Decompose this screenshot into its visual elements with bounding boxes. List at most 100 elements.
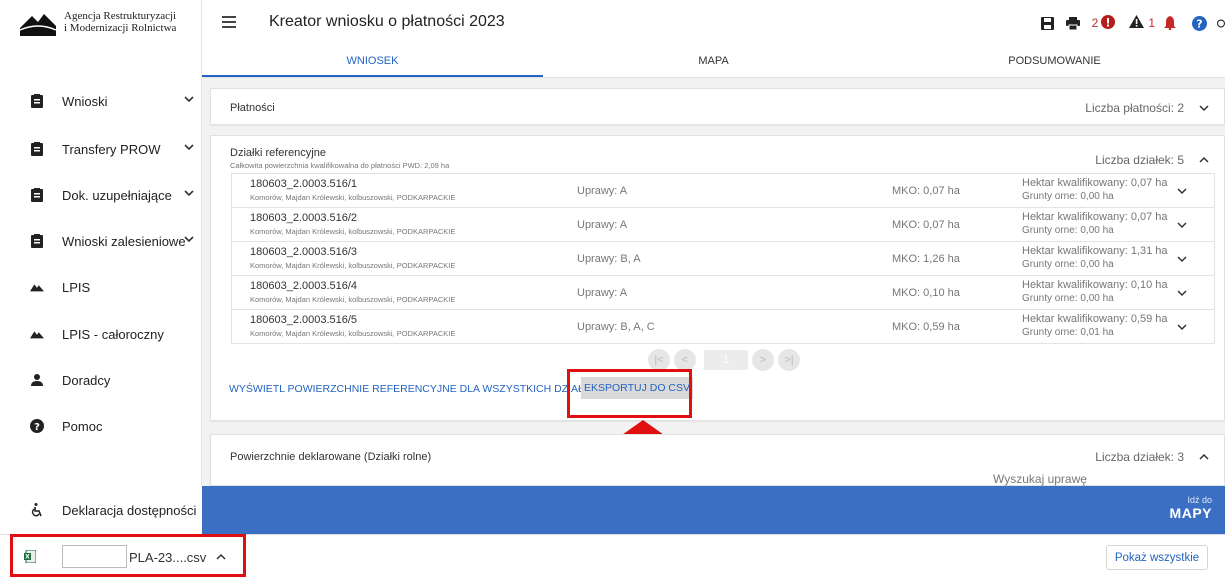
svg-text:?: ?: [1196, 17, 1202, 30]
accessibility-icon: [30, 503, 44, 517]
parcel-hectare: Hektar kwalifikowany: 1,31 ha: [1022, 245, 1168, 257]
parcel-arable: Grunty orne: 0,00 ha: [1022, 191, 1114, 202]
sidebar-item-deklaracja-dostepnosci[interactable]: Deklaracja dostępności: [0, 498, 202, 522]
chevron-up-icon[interactable]: [1199, 154, 1209, 168]
sidebar-item-label: Deklaracja dostępności: [62, 502, 197, 518]
list-item[interactable]: 180603_2.0003.516/4 Komorów, Majdan Król…: [232, 276, 1214, 310]
parcel-crops: Uprawy: A: [577, 287, 628, 299]
parcel-id: 180603_2.0003.516/4: [250, 280, 358, 292]
payments-title: Płatności: [230, 102, 275, 114]
parcel-crops: Uprawy: B, A: [577, 253, 641, 265]
parcel-mko: MKO: 1,26 ha: [892, 253, 960, 265]
person-icon: [30, 373, 44, 387]
sidebar-item-pomoc[interactable]: ? Pomoc: [0, 414, 202, 438]
parcel-crops: Uprawy: A: [577, 219, 628, 231]
parcel-location: Komorów, Majdan Królewski, kolbuszowski,…: [250, 193, 456, 202]
sidebar-item-doradcy[interactable]: Doradcy: [0, 368, 202, 392]
list-item[interactable]: 180603_2.0003.516/3 Komorów, Majdan Król…: [232, 242, 1214, 276]
chevron-down-icon[interactable]: [184, 93, 194, 107]
warning-icon: [1129, 15, 1145, 31]
sidebar-item-transfery-prow[interactable]: Transfery PROW: [0, 137, 202, 161]
parcel-mko: MKO: 0,07 ha: [892, 185, 960, 197]
sidebar-item-wnioski-zalesieniowe[interactable]: Wnioski zalesieniowe: [0, 229, 202, 253]
svg-text:?: ?: [34, 422, 40, 433]
chevron-down-icon[interactable]: [1177, 321, 1187, 335]
warnings-indicator[interactable]: 1: [1129, 15, 1158, 31]
chevron-down-icon[interactable]: [1177, 219, 1187, 233]
next-page-button[interactable]: >: [752, 349, 774, 371]
parcel-mko: MKO: 0,59 ha: [892, 321, 960, 333]
crop-search-label[interactable]: Wyszukaj uprawę: [993, 472, 1087, 486]
sidebar-item-label: LPIS: [62, 279, 91, 295]
parcel-crops: Uprawy: B, A, C: [577, 321, 655, 333]
parcel-location: Komorów, Majdan Królewski, kolbuszowski,…: [250, 227, 456, 236]
list-item[interactable]: 180603_2.0003.516/1 Komorów, Majdan Król…: [232, 174, 1214, 208]
first-page-button[interactable]: |<: [648, 349, 670, 371]
prev-page-button[interactable]: <: [674, 349, 696, 371]
chevron-down-icon[interactable]: [1177, 253, 1187, 267]
sidebar-item-lpis-caloroczny[interactable]: LPIS - całoroczny: [0, 322, 202, 346]
pagination: |< < 1 > >|: [648, 349, 804, 371]
sidebar: Agencja Restrukturyzacji i Modernizacji …: [0, 0, 202, 534]
parcels-list: 180603_2.0003.516/1 Komorów, Majdan Król…: [231, 173, 1215, 344]
map-shortcut-bar: Idź do MAPY: [202, 486, 1225, 534]
parcel-hectare: Hektar kwalifikowany: 0,07 ha: [1022, 177, 1168, 189]
payments-panel[interactable]: Płatności Liczba płatności: 2: [210, 88, 1225, 125]
chevron-up-icon[interactable]: [1199, 451, 1209, 465]
chevron-down-icon[interactable]: [184, 141, 194, 155]
parcel-location: Komorów, Majdan Królewski, kolbuszowski,…: [250, 295, 456, 304]
sidebar-footer: Deklaracja dostępności: [0, 486, 202, 534]
parcel-id: 180603_2.0003.516/5: [250, 314, 358, 326]
declared-title: Powierzchnie deklarowane (Działki rolne): [230, 451, 432, 463]
sidebar-item-label: Dok. uzupełniające: [62, 187, 172, 203]
page-title: Kreator wniosku o płatności 2023: [269, 13, 505, 30]
error-count: 2: [1091, 16, 1099, 30]
sidebar-item-lpis[interactable]: LPIS: [0, 275, 202, 299]
org-name-line1: Agencja Restrukturyzacji: [64, 10, 177, 22]
chevron-down-icon[interactable]: [184, 187, 194, 201]
parcel-hectare: Hektar kwalifikowany: 0,07 ha: [1022, 211, 1168, 223]
tab-podsumowanie[interactable]: PODSUMOWANIE: [884, 46, 1225, 77]
bell-icon[interactable]: [1164, 16, 1176, 30]
parcel-mko: MKO: 0,10 ha: [892, 287, 960, 299]
sidebar-item-dok-uzupelniajace[interactable]: Dok. uzupełniające: [0, 183, 202, 207]
goto-map-label: MAPY: [1169, 505, 1212, 521]
parcel-crops: Uprawy: A: [577, 185, 628, 197]
main-tabs: WNIOSEK MAPA PODSUMOWANIE: [202, 46, 1225, 78]
parcel-hectare: Hektar kwalifikowany: 0,10 ha: [1022, 279, 1168, 291]
sidebar-item-label: Wnioski: [62, 93, 108, 109]
parcel-mko: MKO: 0,07 ha: [892, 219, 960, 231]
chevron-down-icon[interactable]: [1177, 287, 1187, 301]
save-icon[interactable]: [1040, 16, 1054, 30]
parcel-arable: Grunty orne: 0,00 ha: [1022, 259, 1114, 270]
list-item[interactable]: 180603_2.0003.516/5 Komorów, Majdan Król…: [232, 310, 1214, 344]
show-all-reference-areas-link[interactable]: WYŚWIETL POWIERZCHNIE REFERENCYJNE DLA W…: [229, 383, 598, 395]
menu-icon[interactable]: [222, 16, 236, 28]
parcel-arable: Grunty orne: 0,00 ha: [1022, 225, 1114, 236]
sidebar-item-wnioski[interactable]: Wnioski: [0, 89, 202, 113]
print-icon[interactable]: [1065, 16, 1080, 30]
tab-mapa[interactable]: MAPA: [543, 46, 884, 77]
declared-count: Liczba działek: 3: [1095, 450, 1184, 464]
arimr-logo[interactable]: Agencja Restrukturyzacji i Modernizacji …: [18, 8, 176, 38]
org-name-line2: i Modernizacji Rolnictwa: [64, 22, 177, 34]
clipboard-icon: [30, 234, 44, 248]
help-icon[interactable]: ?: [1192, 15, 1207, 31]
parcel-location: Komorów, Majdan Królewski, kolbuszowski,…: [250, 329, 456, 338]
reference-parcels-panel: Działki referencyjne Całkowita powierzch…: [210, 135, 1225, 421]
show-all-downloads-button[interactable]: Pokaż wszystkie: [1106, 545, 1208, 570]
help-icon: ?: [30, 419, 44, 433]
user-menu-icon[interactable]: [1217, 16, 1225, 31]
clipboard-icon: [30, 94, 44, 108]
errors-indicator[interactable]: 2: [1091, 14, 1116, 32]
list-item[interactable]: 180603_2.0003.516/2 Komorów, Majdan Król…: [232, 208, 1214, 242]
chevron-down-icon[interactable]: [1199, 102, 1209, 116]
download-highlight-frame: [10, 534, 246, 577]
last-page-button[interactable]: >|: [778, 349, 800, 371]
sidebar-item-label: Pomoc: [62, 418, 103, 434]
chevron-down-icon[interactable]: [184, 233, 194, 247]
tab-wniosek[interactable]: WNIOSEK: [202, 46, 543, 77]
toolbar: 2 1 ?: [1031, 12, 1225, 34]
chevron-down-icon[interactable]: [1177, 185, 1187, 199]
goto-map-button[interactable]: Idź do MAPY: [1170, 495, 1212, 521]
